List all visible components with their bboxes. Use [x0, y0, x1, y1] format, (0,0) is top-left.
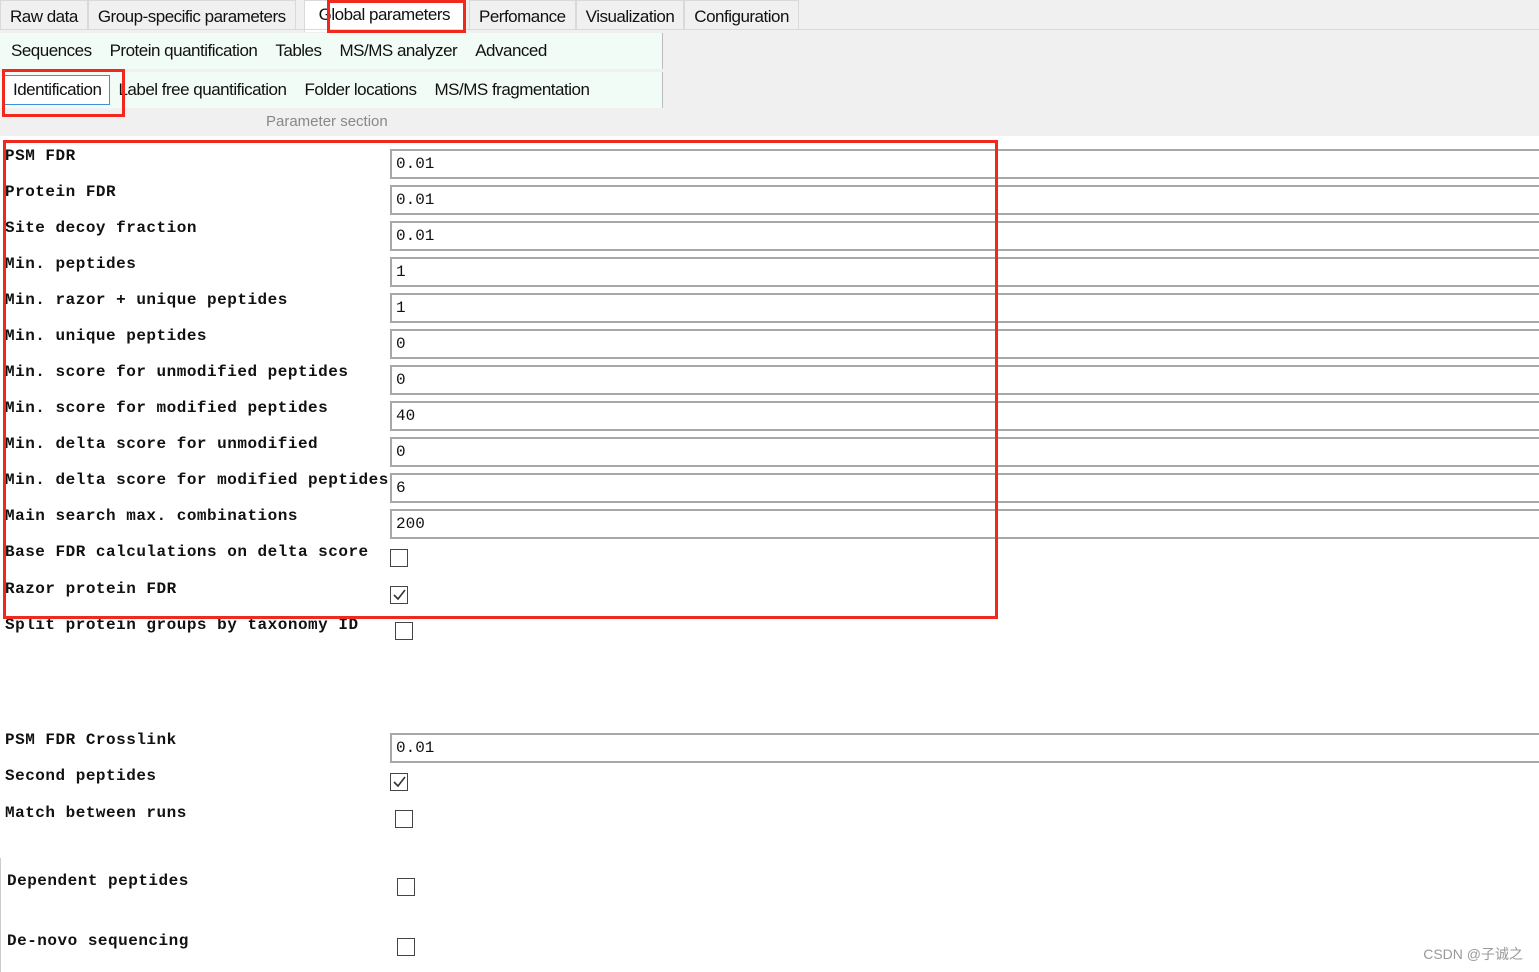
- subtab-label-free-quantification[interactable]: Label free quantification: [110, 80, 295, 100]
- min-score-for-unmodified-peptides-input[interactable]: 0: [390, 365, 1539, 395]
- main-tabs: Raw data Group-specific parameters Globa…: [0, 0, 799, 32]
- min-delta-score-for-unmodified-input[interactable]: 0: [390, 437, 1539, 467]
- subtab-msms-analyzer[interactable]: MS/MS analyzer: [331, 41, 467, 61]
- protein-fdr-input[interactable]: 0.01: [390, 185, 1539, 215]
- param-row: Min. peptides 1: [0, 251, 1539, 287]
- param-row: Base FDR calculations on delta score: [0, 539, 1539, 575]
- param-label: Main search max. combinations: [5, 507, 298, 525]
- main-search-max-combinations-input[interactable]: 200: [390, 509, 1539, 539]
- tab-group-specific-parameters[interactable]: Group-specific parameters: [87, 0, 296, 30]
- min-razor-unique-peptides-input[interactable]: 1: [390, 293, 1539, 323]
- tab-global-parameters[interactable]: Global parameters: [303, 0, 465, 32]
- min-delta-score-for-modified-peptides-input[interactable]: 6: [390, 473, 1539, 503]
- param-label: Dependent peptides: [7, 872, 189, 890]
- param-label: PSM FDR: [5, 147, 76, 165]
- param-row: Protein FDR 0.01: [0, 179, 1539, 215]
- param-label: Min. delta score for modified peptides: [5, 471, 389, 489]
- param-row: Min. delta score for modified peptides 6: [0, 467, 1539, 503]
- subtab-folder-locations[interactable]: Folder locations: [295, 80, 425, 100]
- param-row: Min. razor + unique peptides 1: [0, 287, 1539, 323]
- param-row: Min. unique peptides 0: [0, 323, 1539, 359]
- tab-visualization[interactable]: Visualization: [575, 0, 685, 30]
- param-row: PSM FDR Crosslink 0.01: [0, 727, 1539, 763]
- param-row: Split protein groups by taxonomy ID: [0, 612, 1539, 648]
- param-label: Second peptides: [5, 767, 157, 785]
- param-label: Min. unique peptides: [5, 327, 208, 345]
- param-label: PSM FDR Crosslink: [5, 731, 177, 749]
- dependent-peptides-checkbox[interactable]: [397, 878, 415, 896]
- razor-protein-fdr-checkbox[interactable]: [390, 586, 408, 604]
- subtab-identification[interactable]: Identification: [4, 75, 111, 105]
- param-label: De-novo sequencing: [7, 932, 189, 950]
- parameter-section-label: Parameter section: [266, 113, 388, 130]
- param-row: Min. delta score for unmodified 0: [0, 431, 1539, 467]
- psm-fdr-input[interactable]: 0.01: [390, 149, 1539, 179]
- param-row: Min. score for modified peptides 40: [0, 395, 1539, 431]
- min-unique-peptides-input[interactable]: 0: [390, 329, 1539, 359]
- subtab-advanced[interactable]: Advanced: [466, 41, 556, 61]
- subtabs-row-1: Sequences Protein quantification Tables …: [0, 33, 663, 69]
- checkmark-icon: [393, 589, 406, 601]
- param-label: Split protein groups by taxonomy ID: [5, 616, 359, 634]
- watermark: CSDN @子诚之: [1423, 946, 1523, 962]
- min-score-for-modified-peptides-input[interactable]: 40: [390, 401, 1539, 431]
- tab-raw-data[interactable]: Raw data: [0, 0, 88, 30]
- param-row: Second peptides: [0, 763, 1539, 799]
- param-row: Min. score for unmodified peptides 0: [0, 359, 1539, 395]
- param-label: Razor protein FDR: [5, 580, 177, 598]
- param-row: Razor protein FDR: [0, 576, 1539, 612]
- param-label: Protein FDR: [5, 183, 117, 201]
- param-label: Site decoy fraction: [5, 219, 197, 237]
- tab-performance[interactable]: Perfomance: [468, 0, 576, 30]
- param-row: PSM FDR 0.01: [0, 143, 1539, 179]
- checkmark-icon: [393, 776, 406, 788]
- param-label: Min. score for unmodified peptides: [5, 363, 349, 381]
- param-label: Base FDR calculations on delta score: [5, 543, 369, 561]
- second-peptides-checkbox[interactable]: [390, 773, 408, 791]
- psm-fdr-crosslink-input[interactable]: 0.01: [390, 733, 1539, 763]
- param-label: Min. peptides: [5, 255, 137, 273]
- param-row: Site decoy fraction 0.01: [0, 215, 1539, 251]
- divider: [0, 858, 1, 972]
- tab-configuration[interactable]: Configuration: [684, 0, 799, 30]
- base-fdr-calculations-on-delta-score-checkbox[interactable]: [390, 549, 408, 567]
- param-label: Min. razor + unique peptides: [5, 291, 288, 309]
- split-protein-groups-by-taxonomy-id-checkbox[interactable]: [395, 622, 413, 640]
- divider: [0, 29, 1539, 30]
- subtab-sequences[interactable]: Sequences: [0, 41, 101, 61]
- min-peptides-input[interactable]: 1: [390, 257, 1539, 287]
- subtab-msms-fragmentation[interactable]: MS/MS fragmentation: [426, 80, 599, 100]
- subtabs-row-2: Identification Label free quantification…: [0, 72, 663, 108]
- param-label: Match between runs: [5, 804, 187, 822]
- de-novo-sequencing-checkbox[interactable]: [397, 938, 415, 956]
- subtab-protein-quantification[interactable]: Protein quantification: [101, 41, 267, 61]
- param-row: De-novo sequencing: [0, 928, 1539, 964]
- param-row: Dependent peptides: [0, 868, 1539, 904]
- param-label: Min. score for modified peptides: [5, 399, 329, 417]
- param-row: Match between runs: [0, 800, 1539, 836]
- site-decoy-fraction-input[interactable]: 0.01: [390, 221, 1539, 251]
- subtab-tables[interactable]: Tables: [266, 41, 330, 61]
- match-between-runs-checkbox[interactable]: [395, 810, 413, 828]
- param-row: Main search max. combinations 200: [0, 503, 1539, 539]
- param-label: Min. delta score for unmodified: [5, 435, 319, 453]
